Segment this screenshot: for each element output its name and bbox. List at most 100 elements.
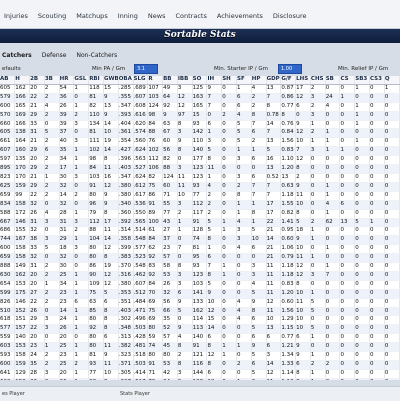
table-row[interactable]: 659 158 32 0 32 0 80 8.383.523 92 57 0 95 6 0 0 0 21 0.79… — [0, 253, 400, 264]
table-cell: 0 — [236, 324, 252, 335]
menu-item-matchups[interactable]: Matchups — [76, 12, 107, 20]
column-header-sh[interactable]: SH — [221, 76, 237, 85]
table-cell: 166 — [14, 120, 31, 130]
column-header-g-f[interactable]: G/F — [280, 76, 297, 85]
table-row[interactable]: 618 151 29 3 24 1 80 8.302.496 69 35 0 114 15 0 4 6 10 1.… — [0, 315, 400, 326]
table-row[interactable]: 661 164 21 2 40 3 111 19.354.560 76 60 9 110 3 0 5 2 13 1… — [0, 137, 400, 148]
menu-item-disclosure[interactable]: Disclosure — [273, 12, 307, 20]
table-row[interactable]: 599 175 27 2 23 1 75 5.353.512 70 32 6 141 9 0 0 5 11 1.2… — [0, 289, 400, 299]
column-header-q[interactable]: Q — [384, 76, 400, 85]
table-row[interactable]: 834 158 32 0 32 0 96 9.340.536 91 55 3 112 2 0 1 1 17 1.5… — [0, 200, 400, 210]
table-cell: 149 — [14, 262, 31, 272]
menu-item-inning[interactable]: Inning — [118, 12, 138, 20]
table-cell: .624 — [133, 173, 149, 183]
table-cell: 2 — [325, 360, 341, 370]
table-row[interactable]: 659 99 22 2 14 2 80 9.380.617 86 71 10 77 2 0 8 7 7 1.18 1… — [0, 191, 400, 201]
table-row[interactable]: 686 155 32 0 31 2 88 11.314.514 61 27 1 128 5 1 3 5 21 0.… — [0, 226, 400, 237]
table-cell: 1 — [73, 164, 90, 174]
menu-item-news[interactable]: News — [148, 12, 166, 20]
table-row[interactable]: 593 158 24 2 23 1 81 9.323.518 80 80 2 121 12 1 0 5 3 1.3… — [0, 351, 400, 361]
table-row[interactable]: 654 153 20 1 34 1 109 12.380.607 84 26 3 103 5 0 0 4 11 0… — [0, 280, 400, 290]
min-starter-input[interactable]: 1.00 — [278, 64, 302, 74]
column-header-bb[interactable]: BB — [162, 76, 178, 85]
column-header-r[interactable]: R — [147, 76, 164, 85]
table-row[interactable]: 630 162 20 2 25 1 90 12.316.462 92 53 3 123 8 1 0 3 11 1.… — [0, 271, 400, 281]
table-cell: 82 — [88, 102, 104, 112]
table-cell: 99 — [14, 191, 31, 201]
column-header-chs[interactable]: CHS — [310, 76, 326, 85]
table-row[interactable]: 597 135 20 2 34 1 98 8.396.563 112 82 0 177 8 0 3 6 16 1.… — [0, 155, 400, 166]
table-cell: 31 — [29, 128, 45, 139]
table-row[interactable]: 577 157 22 3 26 1 92 8.348.503 80 52 9 113 14 0 0 5 13 1.… — [0, 324, 400, 335]
column-header-sb[interactable]: SB — [325, 76, 341, 85]
table-row[interactable]: 744 167 38 3 29 1 104 14.358.548 84 37 0 74 8 0 3 10 14 0… — [0, 235, 400, 246]
column-header-oba[interactable]: OBA — [118, 76, 134, 85]
menu-item-achievements[interactable]: Achievements — [217, 12, 263, 20]
table-cell: 57 — [162, 333, 178, 344]
table-cell: 1 — [325, 209, 341, 219]
column-header-ab[interactable]: AB — [0, 76, 16, 85]
tab-non-catchers[interactable]: Non-Catchers — [75, 52, 120, 62]
column-header-hr[interactable]: HR — [59, 76, 75, 85]
table-row[interactable]: 607 160 29 6 35 1 102 14.427.624 102 56 8 140 5 0 1 1 5 0… — [0, 146, 400, 157]
table-cell: 92 — [88, 324, 104, 335]
column-header-slg[interactable]: SLG — [133, 76, 149, 85]
table-row[interactable]: 667 146 31 3 31 3 112 17.392.565 100 43 1 91 5 1 4 1 22 1… — [0, 218, 400, 228]
table-cell: 1 — [221, 262, 237, 272]
table-row[interactable]: 823 170 21 1 30 3 103 16.347.624 82 124 11 123 1 0 3 6 0… — [0, 173, 400, 183]
table-row[interactable]: 888 149 31 2 30 0 86 19.370.548 83 58 8 93 7 1 0 3 11 1.1… — [0, 262, 400, 272]
table-cell: 6 — [295, 102, 311, 112]
table-row[interactable]: 605 138 31 5 37 0 81 10.361.574 88 67 3 142 1 0 5 6 7 0.8… — [0, 128, 400, 139]
column-header-gdp[interactable]: GDP — [266, 76, 282, 85]
table-row[interactable]: 559 140 20 0 20 0 80 6.313.428 59 57 4 140 6 0 0 6 6 0.77… — [0, 333, 400, 344]
table-cell: 133 — [192, 298, 208, 308]
table-row[interactable]: 600 165 21 4 26 1 82 13.347.608 124 92 12 165 7 0 6 2 8 0… — [0, 102, 400, 112]
table-row[interactable]: 603 153 23 1 25 1 80 11.382.481 74 45 8 91 8 1 1 9 6 1.21… — [0, 342, 400, 353]
min-pa-input[interactable]: 3.1 — [134, 64, 158, 74]
column-header-hp[interactable]: HP — [251, 76, 267, 85]
tab-defense[interactable]: Defense — [40, 52, 69, 62]
title-banner: Sortable Stats — [0, 29, 400, 43]
table-row[interactable]: 625 159 29 2 32 0 91 12.380.612 75 60 11 93 4 0 2 7 7 0.6… — [0, 182, 400, 192]
table-row[interactable]: 895 170 29 2 17 1 84 11.403.527 106 88 3 123 11 0 0 0 13… — [0, 164, 400, 174]
table-row[interactable]: 600 158 33 5 18 3 80 12.399.577 62 23 7 81 1 0 4 6 21 1.0… — [0, 244, 400, 255]
table-row[interactable]: 600 159 35 2 25 2 93 11.371.503 91 53 8 116 8 0 2 6 14 1.… — [0, 360, 400, 370]
table-cell: 3 — [44, 324, 60, 335]
tab-catchers[interactable]: Catchers — [0, 52, 34, 62]
column-header-gwbi[interactable]: GWBI — [103, 76, 119, 85]
table-row[interactable]: 605 162 20 2 54 1 118 15.285.689 107 49 3 125 9 0 1 4 13… — [0, 84, 400, 94]
column-header-sb3[interactable]: SB3 — [354, 76, 371, 85]
table-row[interactable]: 826 146 22 2 23 6 63 6.351.484 69 56 9 133 10 0 4 9 12 0.… — [0, 298, 400, 308]
table-cell: 4 — [251, 84, 267, 94]
table-cell: 166 — [14, 93, 31, 103]
table-row[interactable]: 660 166 33 0 39 3 134 14.404.620 84 63 8 93 6 0 5 7 14 0.… — [0, 120, 400, 130]
menu-item-injuries[interactable]: Injuries — [4, 12, 28, 20]
table-row[interactable]: 588 172 26 4 28 1 79 8.360.550 89 77 2 117 2 0 1 8 17 0.8… — [0, 209, 400, 219]
table-cell: 8 — [266, 102, 282, 112]
column-header-ih[interactable]: IH — [206, 76, 223, 85]
table-row[interactable]: 579 166 22 2 36 0 81 9.355.607 103 64 12 163 7 0 6 2 7 0.… — [0, 93, 400, 103]
table-cell: 177 — [192, 155, 208, 166]
column-header-ibb[interactable]: IBB — [177, 76, 193, 85]
table-row[interactable]: 570 169 29 2 39 2 110 9.393.616 98 9 97 15 0 2 4 8 0.78 8… — [0, 111, 400, 121]
table-cell: 2 — [44, 182, 60, 192]
column-header-gsl[interactable]: GSL — [73, 76, 90, 85]
menu-item-scouting[interactable]: Scouting — [38, 12, 66, 20]
table-cell: 13 — [103, 102, 119, 112]
column-header-cs[interactable]: CS — [339, 76, 356, 85]
column-header-lhs[interactable]: LHS — [295, 76, 311, 85]
menu-item-contracts[interactable]: Contracts — [176, 12, 207, 20]
table-row[interactable]: 600153232261988.327.5177334910810016111.… — [0, 378, 400, 380]
column-header-sf[interactable]: SF — [236, 76, 252, 85]
table-row[interactable]: 510 152 26 0 14 1 85 8.403.471 75 66 5 162 12 0 4 8 11 1.… — [0, 307, 400, 317]
table-cell: 5 — [236, 128, 252, 139]
column-header-h[interactable]: H — [14, 76, 31, 85]
column-header-3b[interactable]: 3B — [44, 76, 60, 85]
table-cell: .403 — [118, 307, 134, 317]
column-header-2b[interactable]: 2B — [29, 76, 45, 85]
table-cell: 35 — [29, 360, 45, 370]
column-header-cs3[interactable]: CS3 — [369, 76, 385, 85]
table-row[interactable]: 641 129 28 3 20 1 77 10.305.414 71 42 3 144 6 0 0 5 12 1.… — [0, 369, 400, 379]
column-header-rbi[interactable]: RBI — [88, 76, 104, 85]
column-header-so[interactable]: SO — [192, 76, 208, 85]
